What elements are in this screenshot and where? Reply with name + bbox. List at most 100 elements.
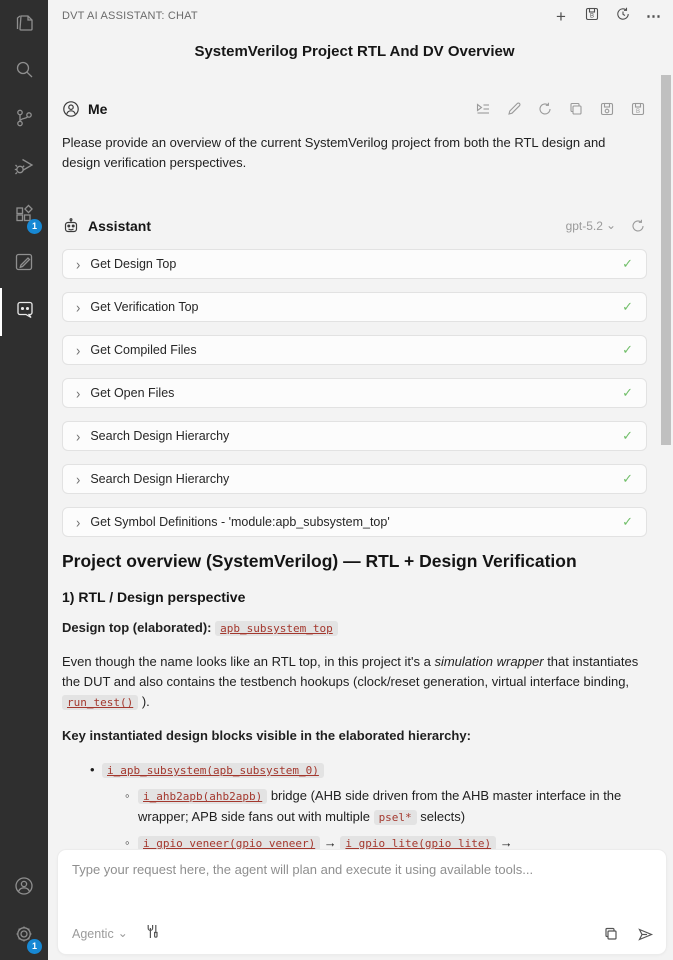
send-button[interactable]	[636, 925, 654, 943]
model-selector[interactable]: gpt-5.2 ⌄	[566, 219, 616, 233]
debug-icon	[12, 154, 36, 183]
tool-call-get-design-top[interactable]: › Get Design Top ✓	[62, 249, 647, 279]
new-chat-button[interactable]: +	[552, 7, 570, 25]
notebook-pencil-icon	[12, 250, 36, 279]
composer-input[interactable]: Type your request here, the agent will p…	[58, 850, 666, 877]
sidebar-item-dvt-notebook[interactable]	[0, 240, 48, 288]
chevron-right-icon: ›	[76, 427, 80, 444]
check-icon: ✓	[622, 471, 633, 487]
chat-bubble-icon	[13, 298, 37, 327]
run-from-here-button[interactable]	[474, 100, 492, 118]
tool-call-get-verification-top[interactable]: › Get Verification Top ✓	[62, 292, 647, 322]
retry-response-button[interactable]	[629, 217, 647, 235]
git-branch-icon	[12, 106, 36, 135]
tool-call-label: Get Open Files	[90, 386, 174, 400]
sidebar-item-extensions[interactable]: 1	[0, 192, 48, 240]
save-icon: B	[584, 6, 600, 27]
sidebar-item-search[interactable]	[0, 48, 48, 96]
design-top-line: Design top (elaborated): apb_subsystem_t…	[62, 618, 647, 639]
assistant-author-label: Assistant	[88, 218, 151, 234]
code-link-run-test[interactable]: run_test()	[62, 695, 138, 710]
code-link-i-apb-subsystem[interactable]: i_apb_subsystem(apb_subsystem_0)	[102, 763, 324, 778]
assistant-robot-icon	[62, 217, 80, 235]
svg-text:B: B	[590, 13, 594, 19]
list-text: selects)	[417, 809, 465, 824]
chevron-right-icon: ›	[76, 384, 80, 401]
assistant-response-markdown: Project overview (SystemVerilog) — RTL +…	[62, 551, 647, 880]
paragraph-text: ).	[138, 694, 150, 709]
user-message-actions: B	[474, 100, 647, 118]
code-link-i-ahb2apb[interactable]: i_ahb2apb(ahb2apb)	[138, 789, 267, 804]
save-snippet-b-button[interactable]: B	[629, 100, 647, 118]
check-icon: ✓	[622, 428, 633, 444]
chevron-right-icon: ›	[76, 298, 80, 315]
tools-button[interactable]	[144, 925, 162, 943]
code-link-i-gpio-lite[interactable]: i_gpio_lite(gpio_lite)	[340, 836, 496, 851]
save-chat-button[interactable]: B	[583, 7, 601, 25]
save-snippet-a-button[interactable]	[598, 100, 616, 118]
more-icon: ⋯	[646, 9, 662, 24]
tool-call-get-symbol-definitions[interactable]: › Get Symbol Definitions - 'module:apb_s…	[62, 507, 647, 537]
code-psel: psel*	[374, 810, 417, 825]
check-icon: ✓	[622, 299, 633, 315]
sidebar-item-run-debug[interactable]	[0, 144, 48, 192]
regenerate-button[interactable]	[536, 100, 554, 118]
sidebar-item-source-control[interactable]	[0, 96, 48, 144]
sidebar-item-account[interactable]	[0, 864, 48, 912]
bullet-icon: •	[90, 760, 95, 780]
check-icon: ✓	[622, 385, 633, 401]
scrollbar-thumb[interactable]	[661, 75, 671, 445]
copy-prompt-button[interactable]	[602, 925, 620, 943]
check-icon: ✓	[622, 342, 633, 358]
code-link-i-gpio-veneer[interactable]: i_gpio_veneer(gpio_veneer)	[138, 836, 320, 851]
composer: Type your request here, the agent will p…	[58, 850, 666, 954]
chevron-down-icon: ⌄	[118, 930, 128, 937]
history-button[interactable]	[614, 7, 632, 25]
extensions-badge: 1	[27, 219, 42, 234]
svg-text:B: B	[636, 109, 640, 115]
sidebar-item-dvt-ai-chat[interactable]	[0, 288, 48, 336]
assistant-message-actions: gpt-5.2 ⌄	[566, 217, 647, 235]
list-text: →	[496, 835, 513, 850]
tool-call-label: Search Design Hierarchy	[90, 429, 229, 443]
tool-call-list: › Get Design Top ✓ › Get Verification To…	[62, 249, 647, 537]
copy-message-button[interactable]	[567, 100, 585, 118]
chat-content: SystemVerilog Project RTL And DV Overvie…	[48, 43, 673, 880]
sidebar-item-explorer[interactable]	[0, 0, 48, 48]
tool-call-label: Get Design Top	[90, 257, 176, 271]
key-blocks-label: Key instantiated design blocks visible i…	[62, 726, 647, 746]
tool-call-search-design-hierarchy-2[interactable]: › Search Design Hierarchy ✓	[62, 464, 647, 494]
mode-selector[interactable]: Agentic ⌄	[72, 927, 128, 941]
bullet-open-icon: ◦	[125, 786, 130, 806]
mode-label: Agentic	[72, 927, 114, 941]
tool-call-label: Get Verification Top	[90, 300, 198, 314]
response-heading-1: Project overview (SystemVerilog) — RTL +…	[62, 551, 647, 572]
tool-call-label: Get Symbol Definitions - 'module:apb_sub…	[90, 515, 389, 529]
activity-bar-spacer	[0, 336, 48, 864]
more-actions-button[interactable]: ⋯	[645, 7, 663, 25]
check-icon: ✓	[622, 514, 633, 530]
panel-title: DVT AI ASSISTANT: CHAT	[62, 10, 198, 22]
assistant-message-header: Assistant gpt-5.2 ⌄	[62, 217, 647, 235]
tool-call-get-open-files[interactable]: › Get Open Files ✓	[62, 378, 647, 408]
tool-call-search-design-hierarchy-1[interactable]: › Search Design Hierarchy ✓	[62, 421, 647, 451]
response-heading-2: 1) RTL / Design perspective	[62, 589, 647, 605]
code-link-apb-subsystem-top[interactable]: apb_subsystem_top	[215, 621, 338, 636]
sidebar-item-settings[interactable]: 1	[0, 912, 48, 960]
paragraph-text: Even though the name looks like an RTL t…	[62, 654, 434, 669]
composer-right-actions	[602, 925, 654, 943]
edit-message-button[interactable]	[505, 100, 523, 118]
search-icon	[12, 58, 36, 87]
conversation-title: SystemVerilog Project RTL And DV Overvie…	[62, 43, 647, 60]
activity-bar: 1 1	[0, 0, 48, 960]
app-window: 1 1 DVT AI ASSISTANT: CHAT + B ⋯	[0, 0, 673, 960]
check-icon: ✓	[622, 256, 633, 272]
chevron-right-icon: ›	[76, 341, 80, 358]
tool-call-get-compiled-files[interactable]: › Get Compiled Files ✓	[62, 335, 647, 365]
list-item: ◦i_ahb2apb(ahb2apb) bridge (AHB side dri…	[62, 786, 637, 828]
account-icon	[12, 874, 36, 903]
paragraph-emphasis: simulation wrapper	[434, 654, 543, 669]
user-message-text: Please provide an overview of the curren…	[62, 133, 637, 173]
chevron-down-icon: ⌄	[606, 222, 616, 229]
chat-panel: DVT AI ASSISTANT: CHAT + B ⋯ SystemVeril…	[48, 0, 673, 960]
